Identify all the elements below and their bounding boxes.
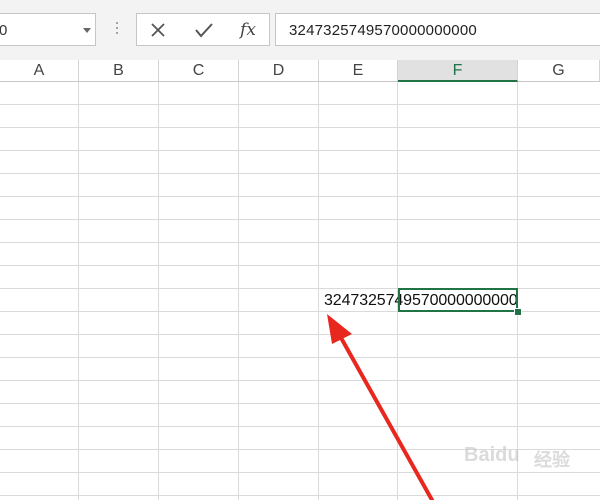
name-box-value: 0 (0, 22, 8, 39)
formula-input[interactable]: 3247325749570000000000 (275, 13, 600, 46)
close-icon[interactable] (145, 18, 171, 42)
row-gridline (0, 150, 600, 151)
name-box[interactable]: 0 (0, 13, 96, 46)
fill-handle[interactable] (514, 308, 522, 316)
row-gridline (0, 242, 600, 243)
insert-function-button[interactable]: fx (235, 18, 261, 42)
row-gridline (0, 127, 600, 128)
watermark-logo: Baidu (464, 444, 520, 466)
column-header-f[interactable]: F (398, 60, 518, 82)
row-gridline (0, 219, 600, 220)
row-gridline (0, 104, 600, 105)
column-header-a[interactable]: A (0, 60, 79, 81)
watermark-text: 经验 (534, 450, 570, 470)
row-gridline (0, 196, 600, 197)
chevron-down-icon[interactable] (83, 28, 91, 33)
row-gridline (0, 265, 600, 266)
row-gridline (0, 403, 600, 404)
row-gridline (0, 380, 600, 381)
fx-icon: fx (240, 20, 256, 40)
column-header-d[interactable]: D (239, 60, 319, 81)
checkmark-icon[interactable] (191, 18, 217, 42)
active-cell-f[interactable] (398, 288, 518, 312)
row-gridline (0, 426, 600, 427)
column-header-e[interactable]: E (319, 60, 398, 81)
column-header-c[interactable]: C (159, 60, 239, 81)
formula-buttons: fx (136, 13, 270, 46)
drag-grip-icon[interactable] (116, 22, 119, 38)
row-gridline (0, 173, 600, 174)
column-headers: A B C D E F G (0, 60, 600, 82)
row-gridline (0, 495, 600, 496)
watermark: Baidu 经验 (458, 438, 600, 478)
row-gridline (0, 357, 600, 358)
column-header-g[interactable]: G (518, 60, 600, 81)
formula-value: 3247325749570000000000 (289, 22, 477, 39)
column-header-b[interactable]: B (79, 60, 159, 81)
formula-toolbar: 0 fx 3247325749570000000000 (0, 0, 600, 61)
row-gridline (0, 334, 600, 335)
